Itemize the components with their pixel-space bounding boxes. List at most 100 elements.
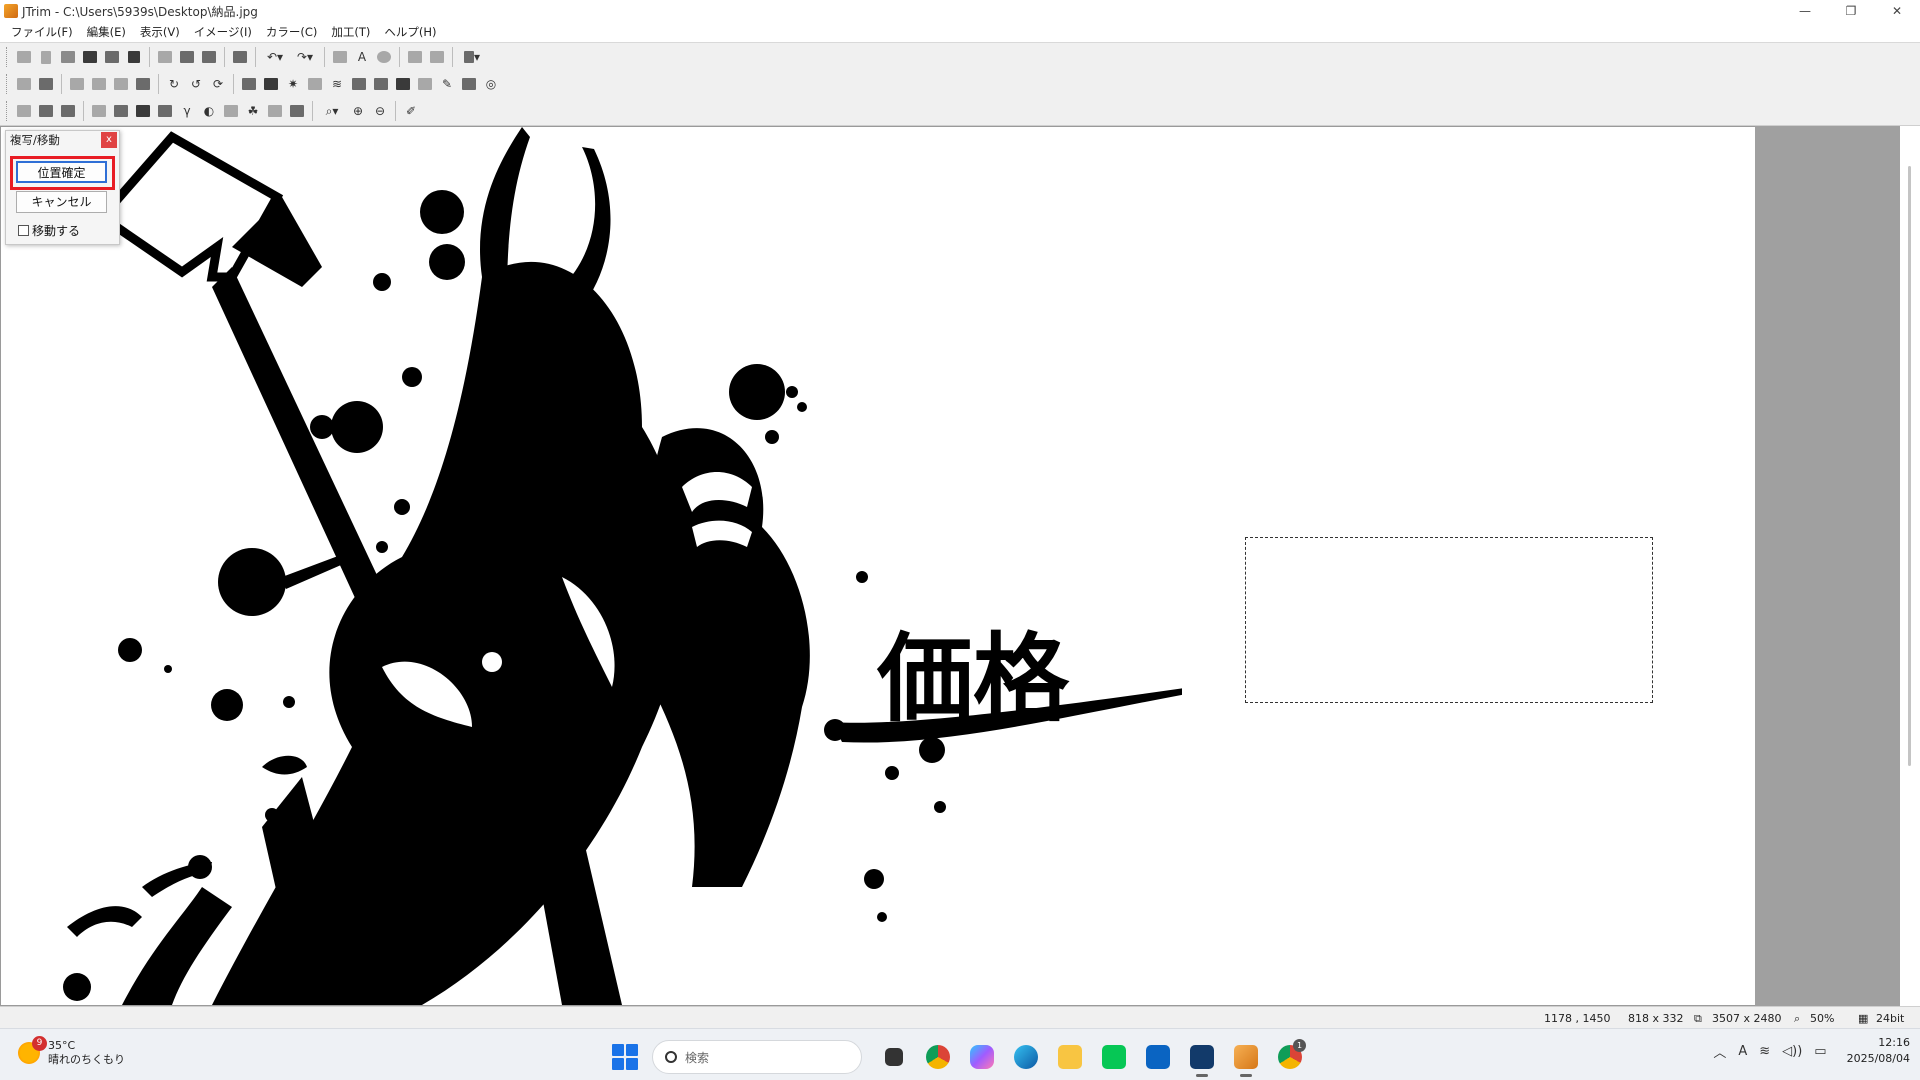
- battery-icon[interactable]: ▭: [1814, 1044, 1826, 1059]
- menu-view[interactable]: 表示(V): [133, 24, 187, 40]
- menu-edit[interactable]: 編集(E): [80, 24, 133, 40]
- menu-help[interactable]: ヘルプ(H): [377, 24, 443, 40]
- open-folder-icon[interactable]: [57, 46, 79, 68]
- dialog-close-button[interactable]: x: [101, 132, 117, 148]
- rotate-90-icon[interactable]: ↻: [163, 73, 185, 95]
- print-preview-icon[interactable]: [123, 46, 145, 68]
- clipboard-icon[interactable]: [229, 46, 251, 68]
- flip-horizontal-icon[interactable]: [88, 73, 110, 95]
- image-size-icon: ⧉: [1694, 1012, 1702, 1025]
- edge-icon[interactable]: [1006, 1037, 1046, 1077]
- effect-icon[interactable]: [373, 46, 395, 68]
- minimize-button[interactable]: —: [1782, 0, 1828, 22]
- toolbar-grip[interactable]: [6, 47, 9, 67]
- undo-icon[interactable]: ↶▾: [260, 46, 290, 68]
- pen-icon[interactable]: ✎: [436, 73, 458, 95]
- wave-icon[interactable]: ≋: [326, 73, 348, 95]
- frame-alt-icon[interactable]: [35, 100, 57, 122]
- copilot-icon[interactable]: [962, 1037, 1002, 1077]
- grayscale-icon[interactable]: [238, 73, 260, 95]
- grid-icon[interactable]: [404, 46, 426, 68]
- chrome-icon[interactable]: [918, 1037, 958, 1077]
- zoom-in-icon[interactable]: ⊕: [347, 100, 369, 122]
- spiral-icon[interactable]: ◎: [480, 73, 502, 95]
- zoom-out-icon[interactable]: ⊖: [369, 100, 391, 122]
- negative-icon[interactable]: [260, 73, 282, 95]
- blur-icon[interactable]: [264, 100, 286, 122]
- clock[interactable]: 12:16 2025/08/04: [1847, 1035, 1910, 1067]
- scrollbar-thumb[interactable]: [1908, 166, 1911, 766]
- tray-overflow-icon[interactable]: ︿: [1713, 1042, 1726, 1061]
- redo-icon[interactable]: ↷▾: [290, 46, 320, 68]
- gamma-icon[interactable]: γ: [176, 100, 198, 122]
- solid-fill-icon[interactable]: [132, 100, 154, 122]
- menu-bar: ファイル(F) 編集(E) 表示(V) イメージ(I) カラー(C) 加工(T)…: [0, 22, 1920, 43]
- move-checkbox-row[interactable]: 移動する: [18, 222, 80, 239]
- canvas-background: [1755, 126, 1900, 1006]
- edge-icon[interactable]: [286, 100, 308, 122]
- volume-icon[interactable]: ◁)): [1782, 1044, 1802, 1059]
- mosaic-icon[interactable]: [304, 73, 326, 95]
- canvas-size-icon[interactable]: [132, 73, 154, 95]
- move-checkbox[interactable]: [18, 225, 29, 236]
- sharpen-icon[interactable]: [414, 73, 436, 95]
- paste-icon[interactable]: [176, 46, 198, 68]
- outlook-icon[interactable]: [1138, 1037, 1178, 1077]
- fit-window-icon[interactable]: [329, 46, 351, 68]
- vertical-scrollbar[interactable]: [1900, 126, 1920, 1006]
- gradient-icon[interactable]: [154, 100, 176, 122]
- toolbar-grip[interactable]: [6, 74, 9, 94]
- image-canvas[interactable]: 価格: [2, 127, 1182, 1005]
- close-window-button[interactable]: ✕: [1874, 0, 1920, 22]
- ime-indicator[interactable]: A: [1738, 1044, 1747, 1059]
- stripe-icon[interactable]: [370, 73, 392, 95]
- paste-new-icon[interactable]: [198, 46, 220, 68]
- flip-vertical-icon[interactable]: [66, 73, 88, 95]
- line-icon[interactable]: [1094, 1037, 1134, 1077]
- frame-icon[interactable]: [13, 100, 35, 122]
- task-view-icon[interactable]: [874, 1037, 914, 1077]
- cancel-button[interactable]: キャンセル: [16, 191, 107, 213]
- suica-app-icon[interactable]: [1182, 1037, 1222, 1077]
- layout-icon[interactable]: ▾: [457, 46, 487, 68]
- windows-start-icon[interactable]: [612, 1044, 638, 1070]
- chrome-profile-icon[interactable]: 1: [1270, 1037, 1310, 1077]
- rotate-270-icon[interactable]: ↺: [185, 73, 207, 95]
- rotate-free-icon[interactable]: ⟳: [207, 73, 229, 95]
- contrast-icon[interactable]: ◐: [198, 100, 220, 122]
- menu-color[interactable]: カラー(C): [259, 24, 325, 40]
- shadow-icon[interactable]: [57, 100, 79, 122]
- noise-icon[interactable]: [88, 100, 110, 122]
- jtrim-taskbar-icon[interactable]: [1226, 1037, 1266, 1077]
- zoom-dropdown-icon[interactable]: ⌕▾: [317, 100, 347, 122]
- taskbar-search[interactable]: 検索: [652, 1040, 862, 1074]
- posterize-icon[interactable]: [348, 73, 370, 95]
- dither-icon[interactable]: [220, 100, 242, 122]
- color-balance-icon[interactable]: ☘: [242, 100, 264, 122]
- bucket-icon[interactable]: [458, 73, 480, 95]
- resize-icon[interactable]: [110, 73, 132, 95]
- weather-widget[interactable]: 9 35°C 晴れのちくもり: [18, 1036, 125, 1067]
- selection-marquee[interactable]: [1245, 537, 1653, 703]
- crop-icon[interactable]: [13, 73, 35, 95]
- eyedropper-icon[interactable]: ✐: [400, 100, 422, 122]
- menu-image[interactable]: イメージ(I): [187, 24, 259, 40]
- copy-icon[interactable]: [154, 46, 176, 68]
- save-icon[interactable]: [79, 46, 101, 68]
- text-icon[interactable]: A: [351, 46, 373, 68]
- auto-crop-icon[interactable]: [35, 73, 57, 95]
- print-icon[interactable]: [101, 46, 123, 68]
- brightness-icon[interactable]: ✷: [282, 73, 304, 95]
- emboss-icon[interactable]: [110, 100, 132, 122]
- file-explorer-icon[interactable]: [1050, 1037, 1090, 1077]
- restore-button[interactable]: ❐: [1828, 0, 1874, 22]
- confirm-position-button[interactable]: 位置確定: [16, 161, 107, 183]
- new-file-icon[interactable]: [35, 46, 57, 68]
- fill-icon[interactable]: [392, 73, 414, 95]
- menu-effects[interactable]: 加工(T): [324, 24, 377, 40]
- wifi-icon[interactable]: ≋: [1759, 1044, 1770, 1059]
- menu-file[interactable]: ファイル(F): [4, 24, 80, 40]
- scanner-icon[interactable]: [13, 46, 35, 68]
- split-view-icon[interactable]: [426, 46, 448, 68]
- toolbar-grip[interactable]: [6, 101, 9, 121]
